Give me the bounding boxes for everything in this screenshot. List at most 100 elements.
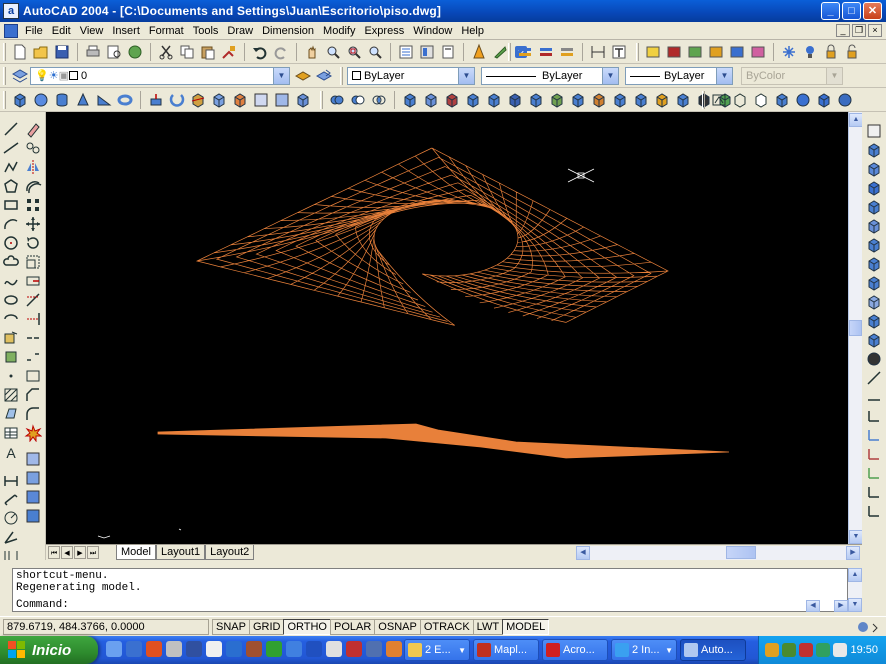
quick-launch-icon[interactable] bbox=[366, 641, 382, 657]
quick-launch-icon[interactable] bbox=[326, 641, 342, 657]
properties-icon[interactable] bbox=[397, 43, 415, 61]
imprint-icon[interactable] bbox=[611, 91, 629, 109]
setup-view-icon[interactable] bbox=[273, 91, 291, 109]
box-surface-icon[interactable] bbox=[865, 141, 883, 159]
insert-block-icon[interactable] bbox=[2, 329, 20, 347]
menu-modify[interactable]: Modify bbox=[320, 25, 361, 37]
revision-cloud-icon[interactable] bbox=[2, 253, 20, 271]
dish-surface-icon[interactable] bbox=[865, 255, 883, 273]
mesh-side-profile[interactable] bbox=[157, 423, 730, 459]
print-icon[interactable] bbox=[84, 43, 102, 61]
menu-view[interactable]: View bbox=[77, 25, 110, 37]
delete-faces-icon[interactable] bbox=[464, 91, 482, 109]
subtract-icon[interactable] bbox=[349, 91, 367, 109]
gouraud-shaded-icon[interactable] bbox=[794, 91, 812, 109]
table-icon[interactable] bbox=[2, 424, 20, 442]
extend-icon[interactable] bbox=[24, 310, 42, 328]
zoom-realtime-icon[interactable] bbox=[324, 43, 342, 61]
lightbulb-icon[interactable] bbox=[801, 43, 819, 61]
drawing-horizontal-scrollbar[interactable]: ◀ ▶ bbox=[576, 546, 860, 560]
hatch-icon[interactable] bbox=[2, 386, 20, 404]
status-toggle-otrack[interactable]: OTRACK bbox=[419, 619, 474, 635]
taskbar-internet-explorer-group[interactable]: 2 In... ▼ bbox=[611, 639, 677, 661]
point-icon[interactable] bbox=[2, 367, 20, 385]
wedge-solid-icon[interactable] bbox=[95, 91, 113, 109]
ucs-world-icon[interactable] bbox=[865, 426, 883, 444]
scroll-down-icon[interactable]: ▼ bbox=[849, 530, 863, 544]
3d-wireframe-icon[interactable] bbox=[731, 91, 749, 109]
section-icon[interactable] bbox=[210, 91, 228, 109]
wedge-surface-icon[interactable] bbox=[865, 160, 883, 178]
setup-drawing-icon[interactable] bbox=[252, 91, 270, 109]
tray-icon[interactable] bbox=[833, 643, 847, 657]
arc-icon[interactable] bbox=[2, 215, 20, 233]
publish-icon[interactable] bbox=[126, 43, 144, 61]
menu-help[interactable]: Help bbox=[458, 25, 490, 37]
linetype-control-dropdown[interactable]: ByLayer ▼ bbox=[481, 67, 619, 85]
undo-icon[interactable] bbox=[251, 43, 269, 61]
gouraud-edges-icon[interactable] bbox=[836, 91, 854, 109]
quick-launch-icon[interactable] bbox=[346, 641, 362, 657]
break-at-point-icon[interactable] bbox=[24, 329, 42, 347]
copy-object-icon[interactable] bbox=[24, 139, 42, 157]
aligned-dimension-icon[interactable] bbox=[2, 490, 20, 508]
pyramid-surface-icon[interactable] bbox=[865, 179, 883, 197]
ungroup-icon[interactable] bbox=[24, 507, 42, 525]
move-faces-icon[interactable] bbox=[422, 91, 440, 109]
revolve-icon[interactable] bbox=[168, 91, 186, 109]
cut-icon[interactable] bbox=[157, 43, 175, 61]
save-icon[interactable] bbox=[53, 43, 71, 61]
last-tab-icon[interactable]: ⏭ bbox=[87, 546, 99, 559]
mirror-icon[interactable] bbox=[24, 158, 42, 176]
status-toggle-ortho[interactable]: ORTHO bbox=[283, 619, 331, 635]
linear-dimension-icon[interactable] bbox=[2, 471, 20, 489]
command-window[interactable]: shortcut-menu. Regenerating model. Comma… bbox=[12, 568, 848, 612]
menu-express[interactable]: Express bbox=[361, 25, 410, 37]
match-properties-icon[interactable] bbox=[220, 43, 238, 61]
offset-faces-icon[interactable] bbox=[443, 91, 461, 109]
sphere-solid-icon[interactable] bbox=[32, 91, 50, 109]
dimension-style-icon[interactable] bbox=[589, 43, 607, 61]
extrude-faces-icon[interactable] bbox=[401, 91, 419, 109]
radius-dimension-icon[interactable] bbox=[2, 509, 20, 527]
zoom-window-icon[interactable] bbox=[345, 43, 363, 61]
trim-icon[interactable] bbox=[24, 291, 42, 309]
express-dimension-icon[interactable] bbox=[749, 43, 767, 61]
ruled-surface-icon[interactable] bbox=[865, 369, 883, 387]
view-ucs-icon[interactable] bbox=[865, 464, 883, 482]
copy-objects-icon[interactable] bbox=[24, 450, 42, 468]
explode-icon[interactable] bbox=[24, 424, 42, 442]
quick-launch-icon[interactable] bbox=[206, 641, 222, 657]
offset-icon[interactable] bbox=[24, 177, 42, 195]
rotate-faces-icon[interactable] bbox=[485, 91, 503, 109]
scroll-left-icon[interactable]: ◀ bbox=[806, 600, 820, 612]
menu-draw[interactable]: Draw bbox=[224, 25, 259, 37]
minimize-button[interactable]: _ bbox=[821, 2, 840, 20]
erase-icon[interactable] bbox=[24, 120, 42, 138]
scroll-up-icon[interactable]: ▲ bbox=[848, 568, 862, 582]
construction-line-icon[interactable] bbox=[2, 139, 20, 157]
torus-surface-icon[interactable] bbox=[865, 274, 883, 292]
ucs-icon[interactable] bbox=[865, 407, 883, 425]
menu-tools[interactable]: Tools bbox=[190, 25, 225, 37]
clean-icon[interactable] bbox=[632, 91, 650, 109]
shell-icon[interactable] bbox=[674, 91, 692, 109]
menu-dimension[interactable]: Dimension bbox=[259, 25, 320, 37]
group-icon[interactable] bbox=[24, 488, 42, 506]
doc-minimize-button[interactable]: _ bbox=[836, 24, 850, 37]
express-block-icon[interactable] bbox=[665, 43, 683, 61]
tray-icon[interactable] bbox=[799, 643, 813, 657]
cylinder-solid-icon[interactable] bbox=[53, 91, 71, 109]
torus-solid-icon[interactable] bbox=[116, 91, 134, 109]
open-folder-icon[interactable] bbox=[32, 43, 50, 61]
rectangle-icon[interactable] bbox=[2, 196, 20, 214]
pan-realtime-icon[interactable] bbox=[303, 43, 321, 61]
color-edges-icon[interactable] bbox=[590, 91, 608, 109]
polygon-icon[interactable] bbox=[2, 177, 20, 195]
drawing-vertical-scrollbar[interactable]: ▲ ▼ bbox=[848, 112, 863, 544]
status-toggle-model[interactable]: MODEL bbox=[502, 619, 550, 635]
scroll-right-icon[interactable]: ▶ bbox=[846, 546, 860, 560]
autocad-app-icon[interactable]: a bbox=[3, 3, 19, 19]
sphere-surface-icon[interactable] bbox=[865, 217, 883, 235]
doc-close-button[interactable]: × bbox=[868, 24, 882, 37]
